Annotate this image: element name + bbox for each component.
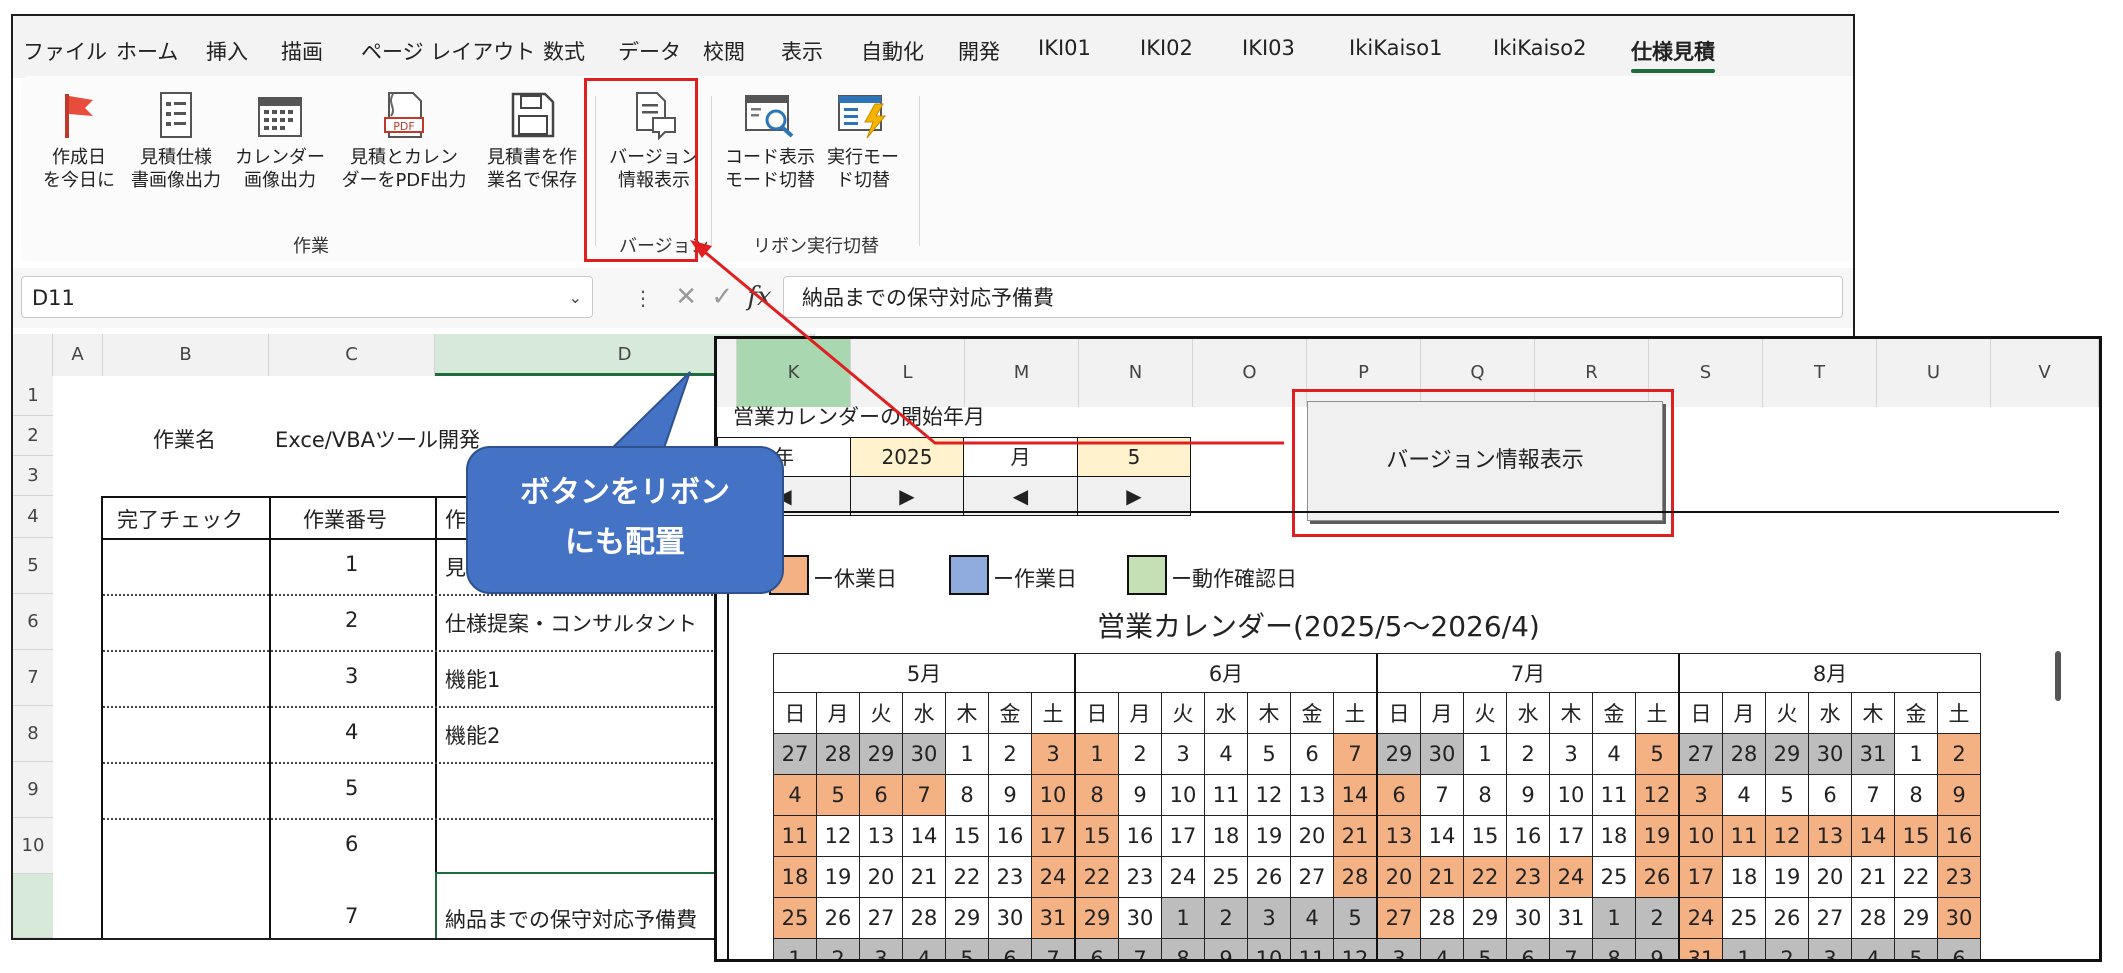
callout-line-2: にも配置 bbox=[565, 525, 685, 560]
connector-arrow bbox=[690, 240, 1284, 445]
callout-line-1: ボタンをリボン bbox=[520, 475, 730, 510]
callout-box: ボタンをリボン にも配置 bbox=[466, 446, 784, 594]
